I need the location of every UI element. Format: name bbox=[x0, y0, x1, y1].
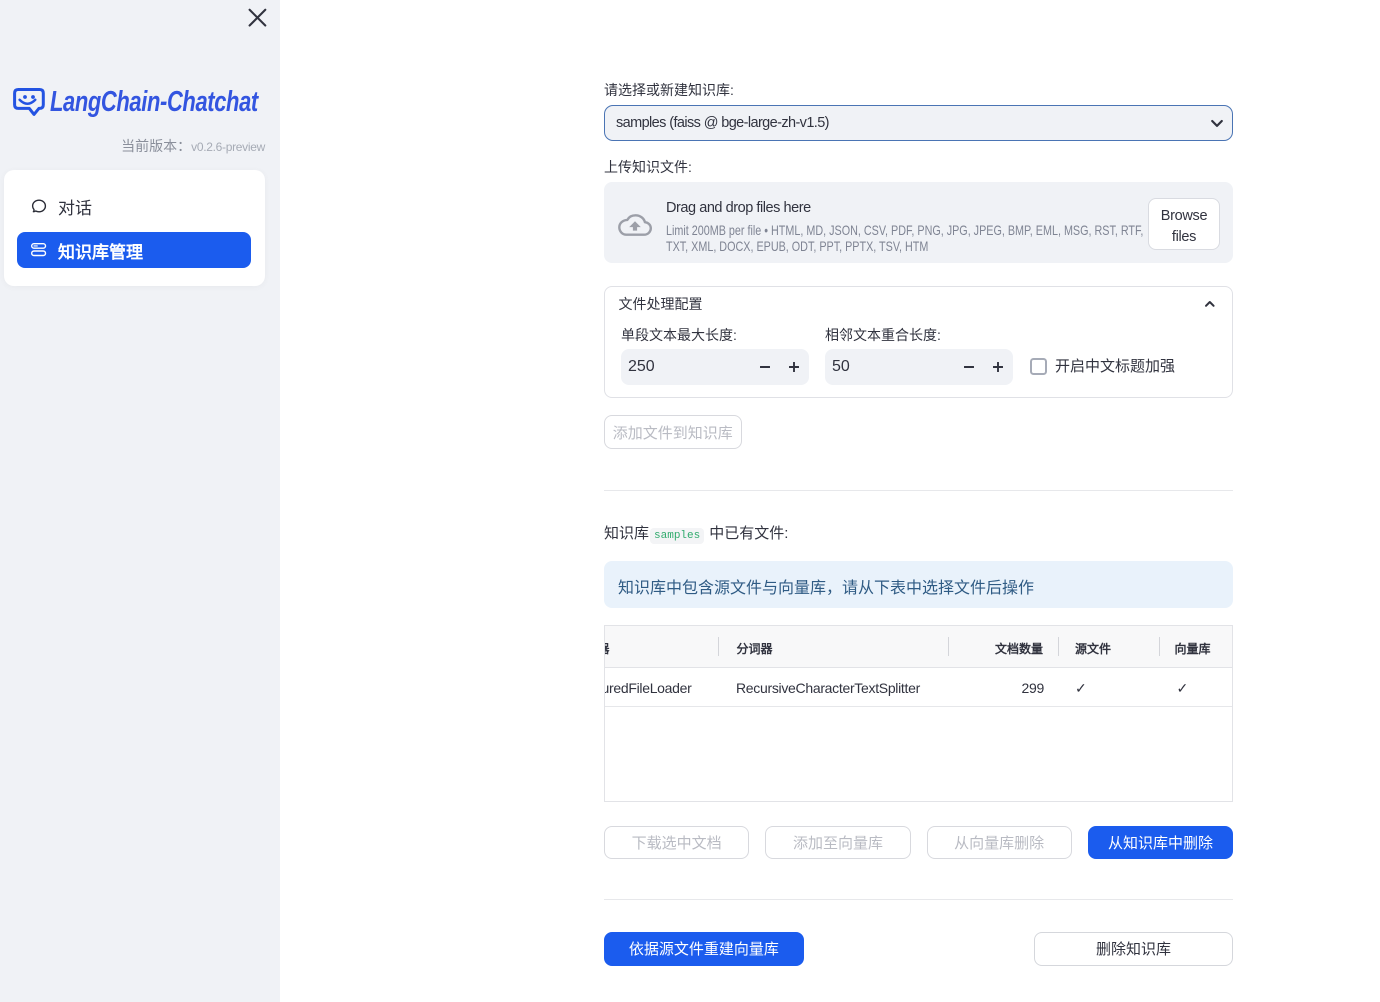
cloud-upload-icon bbox=[617, 213, 652, 236]
chunk-minus-button[interactable] bbox=[753, 355, 777, 379]
kb-files-suffix: 中已有文件: bbox=[709, 525, 789, 542]
cell-splitter: RecursiveCharacterTextSplitter bbox=[736, 679, 920, 696]
kb-stack-icon bbox=[31, 242, 47, 258]
close-sidebar-icon[interactable] bbox=[248, 8, 267, 27]
chunk-size-input[interactable]: 250 bbox=[621, 349, 809, 385]
delete-from-vector-button[interactable]: 从向量库删除 bbox=[926, 825, 1072, 859]
chunk-plus-button[interactable] bbox=[782, 355, 806, 379]
add-files-button[interactable]: 添加文件到知识库 bbox=[604, 415, 742, 449]
chevron-up-icon[interactable] bbox=[1204, 299, 1216, 309]
app-title: LangChain-Chatchat bbox=[50, 86, 258, 118]
kb-name-code: samples bbox=[650, 528, 705, 544]
app-logo: LangChain-Chatchat bbox=[13, 86, 267, 121]
version-caption: 当前版本：v0.2.6-preview bbox=[0, 136, 265, 156]
file-config-expander: 文件处理配置 单段文本最大长度: 250 相邻文本重合长度: 50 开启中文标题… bbox=[604, 286, 1233, 398]
delete-from-kb-button[interactable]: 从知识库中删除 bbox=[1087, 825, 1234, 859]
rebuild-vector-button[interactable]: 依据源文件重建向量库 bbox=[604, 931, 804, 966]
add-to-vector-button[interactable]: 添加至向量库 bbox=[765, 825, 911, 859]
chunk-size-label: 单段文本最大长度: bbox=[621, 327, 737, 343]
overlap-size-value: 50 bbox=[832, 358, 850, 375]
cell-loader: UnstructuredFileLoader bbox=[605, 669, 692, 707]
col-splitter-header: 分词器 bbox=[736, 642, 773, 656]
file-uploader-dropzone[interactable]: Drag and drop files here Limit 200MB per… bbox=[604, 182, 1233, 263]
cell-source-check: ✓ bbox=[1075, 679, 1087, 696]
col-vector-header: 向量库 bbox=[1174, 642, 1211, 656]
kb-select[interactable]: samples (faiss @ bge-large-zh-v1.5) bbox=[604, 105, 1233, 141]
col-docs-header: 文档数量 bbox=[994, 642, 1043, 656]
version-value: v0.2.6-preview bbox=[191, 140, 265, 154]
kb-files-heading: 知识库 samples 中已有文件: bbox=[604, 522, 788, 548]
table-header: 文件加载器 分词器 文档数量 源文件 向量库 bbox=[605, 626, 1232, 668]
col-source-header: 源文件 bbox=[1075, 642, 1112, 656]
chatchat-logo-icon bbox=[13, 87, 46, 118]
info-text: 知识库中包含源文件与向量库，请从下表中选择文件后操作 bbox=[618, 580, 1035, 597]
divider bbox=[604, 899, 1233, 900]
sidebar-menu: 对话 知识库管理 bbox=[4, 170, 265, 286]
sidebar-item-kb-management[interactable]: 知识库管理 bbox=[17, 232, 251, 268]
kb-select-value: samples (faiss @ bge-large-zh-v1.5) bbox=[616, 115, 830, 131]
col-loader-header-text: 文件加载器 bbox=[605, 640, 610, 657]
overlap-plus-button[interactable] bbox=[986, 355, 1010, 379]
chunk-size-value: 250 bbox=[628, 358, 655, 375]
col-loader-header: 文件加载器 bbox=[605, 626, 610, 667]
uploader-label: 上传知识文件: bbox=[604, 159, 692, 175]
expander-title[interactable]: 文件处理配置 bbox=[619, 294, 703, 314]
column-divider bbox=[717, 637, 719, 656]
sidebar-item-label: 对话 bbox=[58, 198, 92, 218]
zh-title-checkbox[interactable] bbox=[1030, 358, 1047, 375]
browse-files-button[interactable]: Browse files bbox=[1148, 198, 1220, 250]
chevron-down-icon[interactable] bbox=[1210, 119, 1224, 129]
overlap-size-label: 相邻文本重合长度: bbox=[825, 327, 941, 343]
cell-loader-text: UnstructuredFileLoader bbox=[605, 679, 692, 696]
table-row[interactable]: UnstructuredFileLoader RecursiveCharacte… bbox=[605, 669, 1232, 707]
column-divider bbox=[1058, 637, 1059, 656]
delete-kb-button[interactable]: 删除知识库 bbox=[1034, 931, 1233, 966]
cell-vector-check: ✓ bbox=[1176, 679, 1189, 696]
download-selected-button[interactable]: 下载选中文档 bbox=[604, 825, 750, 859]
chat-icon bbox=[31, 198, 47, 214]
cell-docs: 299 bbox=[1021, 679, 1045, 696]
uploader-limit-text: Limit 200MB per file • HTML, MD, JSON, C… bbox=[666, 222, 1144, 255]
uploader-title: Drag and drop files here bbox=[666, 200, 811, 216]
uploader-limit-line2: TXT, XML, DOCX, EPUB, ODT, PPT, PPTX, TS… bbox=[666, 237, 929, 254]
kb-select-label: 请选择或新建知识库: bbox=[604, 82, 734, 98]
divider bbox=[604, 490, 1233, 491]
version-label: 当前版本： bbox=[121, 138, 192, 154]
kb-files-table[interactable]: 文件加载器 分词器 文档数量 源文件 向量库 UnstructuredFileL… bbox=[604, 625, 1233, 802]
column-divider bbox=[947, 637, 949, 656]
sidebar-item-label: 知识库管理 bbox=[58, 242, 143, 262]
info-alert: 知识库中包含源文件与向量库，请从下表中选择文件后操作 bbox=[604, 561, 1233, 608]
column-divider bbox=[1158, 637, 1160, 656]
zh-title-checkbox-label: 开启中文标题加强 bbox=[1055, 357, 1176, 375]
sidebar: LangChain-Chatchat 当前版本：v0.2.6-preview 对… bbox=[0, 0, 280, 1002]
sidebar-item-dialogue[interactable]: 对话 bbox=[17, 188, 251, 224]
kb-files-prefix: 知识库 bbox=[604, 525, 650, 542]
uploader-limit-line1: Limit 200MB per file • HTML, MD, JSON, C… bbox=[666, 222, 1144, 238]
overlap-size-input[interactable]: 50 bbox=[825, 349, 1013, 385]
overlap-minus-button[interactable] bbox=[957, 355, 981, 379]
